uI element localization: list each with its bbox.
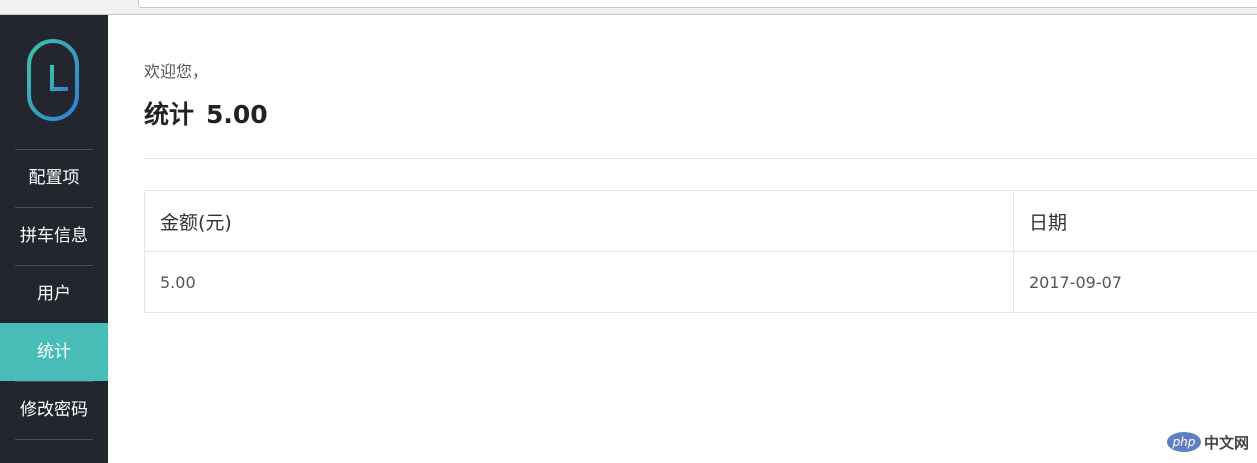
logo-icon bbox=[24, 37, 84, 125]
table-row: 5.00 2017-09-07 bbox=[144, 251, 1257, 313]
welcome-text: 欢迎您， bbox=[144, 62, 209, 81]
sidebar-item-statistics[interactable]: 统计 bbox=[0, 323, 108, 381]
divider bbox=[144, 158, 1257, 159]
page-title: 统计 5.00 bbox=[144, 95, 268, 131]
column-header-amount: 金额(元) bbox=[144, 190, 1014, 252]
cell-date: 2017-09-07 bbox=[1013, 251, 1257, 313]
column-header-date: 日期 bbox=[1013, 190, 1257, 252]
cell-amount: 5.00 bbox=[144, 251, 1014, 313]
title-label: 统计 bbox=[144, 100, 195, 129]
stats-table-container: 金额(元) 日期 5.00 2017-09-07 bbox=[144, 190, 1257, 313]
table-header-row: 金额(元) 日期 bbox=[144, 190, 1257, 252]
sidebar-item-users[interactable]: 用户 bbox=[0, 265, 108, 323]
stats-table: 金额(元) 日期 5.00 2017-09-07 bbox=[144, 190, 1257, 313]
sidebar: 配置项 拼车信息 用户 统计 修改密码 bbox=[0, 15, 108, 463]
sidebar-item-config[interactable]: 配置项 bbox=[0, 149, 108, 207]
sidebar-menu: 配置项 拼车信息 用户 统计 修改密码 bbox=[0, 149, 108, 440]
menu-divider bbox=[15, 439, 93, 440]
watermark-text: 中文网 bbox=[1203, 433, 1249, 452]
site-watermark: php 中文网 bbox=[1166, 431, 1249, 453]
browser-top-bar bbox=[0, 0, 1257, 15]
title-total: 5.00 bbox=[206, 100, 268, 129]
sidebar-item-carpool-info[interactable]: 拼车信息 bbox=[0, 207, 108, 265]
address-bar[interactable] bbox=[138, 0, 1257, 8]
sidebar-item-change-password[interactable]: 修改密码 bbox=[0, 381, 108, 439]
main-content: 欢迎您， 统计 5.00 金额(元) 日期 5.00 2017-09-07 bbox=[108, 15, 1257, 463]
php-badge: php bbox=[1166, 432, 1201, 452]
